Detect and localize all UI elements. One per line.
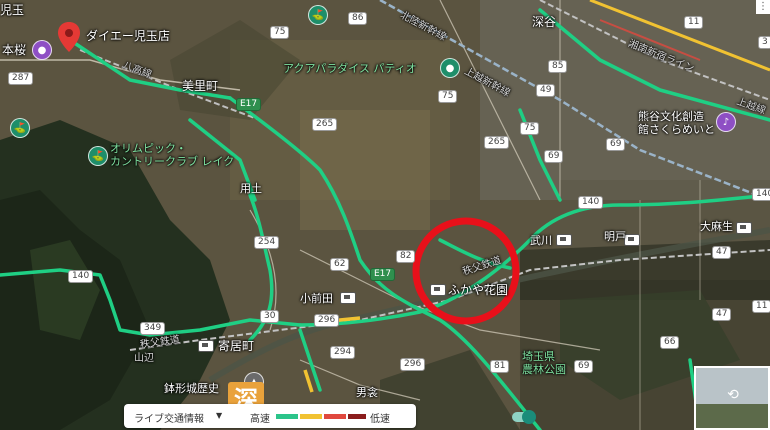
route-shield: 287	[8, 72, 34, 85]
traffic-fast-label: 高速	[250, 414, 270, 425]
traffic-slow-label: 低速	[370, 414, 390, 425]
label-omaeda: 小前田	[300, 292, 333, 305]
station-yorii-icon[interactable]	[198, 340, 214, 352]
station-takekawa-icon[interactable]	[556, 234, 572, 246]
route-shield: 66	[660, 336, 680, 349]
poi-olympic-golf-icon[interactable]: ⛳	[88, 146, 108, 166]
route-shield: 11	[684, 16, 704, 29]
route-shield: 75	[520, 122, 540, 135]
route-shield: 265	[484, 136, 510, 149]
poi-kumagaya-culture-icon[interactable]: ♪	[716, 112, 736, 132]
label-aquaparadise[interactable]: アクアパラダイス パティオ	[283, 62, 417, 75]
label-hachigata[interactable]: 鉢形城歴史	[164, 382, 219, 395]
route-shield: 62	[330, 258, 350, 271]
route-shield: 86	[348, 12, 368, 25]
location-pin-icon[interactable]	[58, 22, 80, 52]
poi-honjo-icon[interactable]: ●	[32, 40, 52, 60]
label-yodo: 用土	[240, 182, 262, 195]
label-yamabe: 山辺	[134, 353, 154, 364]
label-saitama-park[interactable]: 埼玉県 農林公園	[522, 350, 566, 376]
station-oaso-icon[interactable]	[736, 222, 752, 234]
route-shield: 140	[752, 188, 770, 201]
label-misato: 美里町	[182, 79, 219, 93]
route-shield: 3	[758, 36, 770, 49]
route-shield: 85	[548, 60, 568, 73]
station-fukayahanazono-icon[interactable]	[430, 284, 446, 296]
label-fukayahanazono: ふかや花園	[448, 283, 509, 297]
route-shield: 69	[574, 360, 594, 373]
station-omaeda-icon[interactable]	[340, 292, 356, 304]
station-akebono-icon[interactable]	[624, 234, 640, 246]
route-shield: 140	[68, 270, 94, 283]
label-kodama: 児玉	[0, 3, 25, 17]
traffic-legend-bar[interactable]: ライブ交通情報 ▼ 高速 低速	[124, 404, 536, 428]
route-shield: 47	[712, 246, 732, 259]
label-takekawa: 武川	[530, 234, 552, 247]
label-olympic[interactable]: オリムピック・ カントリークラブ レイク	[110, 142, 234, 168]
poi-aquaparadise-icon[interactable]: ●	[440, 58, 460, 78]
poi-golf-left-icon[interactable]: ⛳	[10, 118, 30, 138]
route-shield: 69	[606, 138, 626, 151]
poi-golf-icon[interactable]: ⛳	[308, 5, 328, 25]
route-shield: 49	[536, 84, 556, 97]
route-shield: 296	[400, 358, 426, 371]
traffic-swatch-red	[324, 414, 346, 419]
label-akebono: 明戸	[604, 230, 626, 243]
traffic-swatch-green	[276, 414, 298, 419]
route-shield: 294	[330, 346, 356, 359]
route-shield: 75	[270, 26, 290, 39]
route-shield: 81	[490, 360, 510, 373]
route-shield: 11	[752, 300, 770, 313]
route-shield: 254	[254, 236, 280, 249]
route-shield: 47	[712, 308, 732, 321]
route-shield: 296	[314, 314, 340, 327]
expressway-shield: E17	[236, 98, 262, 111]
route-shield: 349	[140, 322, 166, 335]
route-shield: 82	[396, 250, 416, 263]
traffic-label[interactable]: ライブ交通情報	[134, 410, 204, 425]
traffic-swatch-yellow	[300, 414, 322, 419]
route-shield: 265	[312, 118, 338, 131]
label-oaso: 大麻生	[700, 220, 733, 233]
label-daiei[interactable]: ダイエー児玉店	[86, 30, 170, 43]
label-yorii: 寄居町	[218, 339, 255, 353]
label-honjo: 本桜	[2, 43, 27, 57]
route-shield: 30	[260, 310, 280, 323]
expressway-shield: E17	[370, 268, 396, 281]
label-fukaya: 深谷	[532, 15, 557, 29]
route-shield: 69	[544, 150, 564, 163]
traffic-dropdown-icon[interactable]: ▼	[216, 411, 222, 420]
label-otoko: 男衾	[356, 386, 378, 399]
traffic-toggle[interactable]	[512, 410, 536, 424]
route-shield: 75	[438, 90, 458, 103]
apps-grid-icon[interactable]: ⋮	[756, 0, 770, 14]
label-kumagaya[interactable]: 熊谷文化創造 館さくらめいと	[638, 110, 715, 136]
street-view-thumbnail[interactable]: ⟲	[694, 366, 770, 430]
rotate-360-icon: ⟲	[727, 387, 739, 403]
route-shield: 140	[578, 196, 604, 209]
traffic-swatch-darkred	[348, 414, 366, 419]
